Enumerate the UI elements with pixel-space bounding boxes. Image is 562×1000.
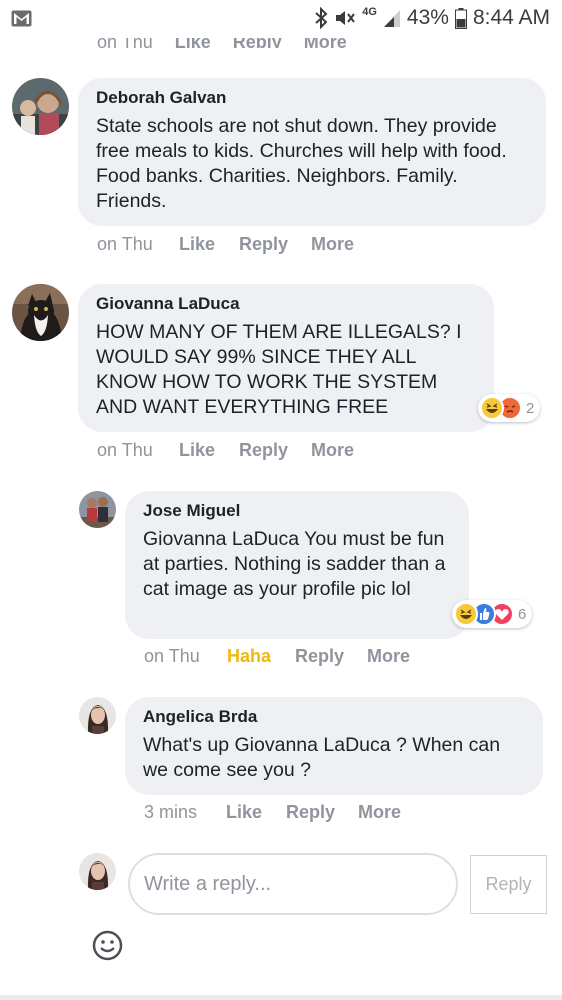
reply-submit-button[interactable]: Reply: [470, 855, 547, 914]
reply-actions: 3 mins Like Reply More: [144, 802, 401, 823]
reply-link[interactable]: Reply: [239, 440, 311, 461]
reply-input[interactable]: Write a reply...: [128, 853, 458, 915]
reply-actions: on Thu Haha Reply More: [144, 646, 410, 667]
comment-time: on Thu: [97, 440, 153, 460]
haha-icon: [454, 602, 478, 626]
more-link[interactable]: More: [358, 802, 401, 823]
like-link[interactable]: Like: [179, 440, 239, 461]
comment-bubble: Giovanna LaDuca HOW MANY OF THEM ARE ILL…: [78, 284, 494, 432]
comment-text: What's up Giovanna LaDuca ? When can we …: [143, 734, 501, 781]
battery-percent: 43%: [406, 6, 449, 29]
comment-time: on Thu: [97, 234, 153, 254]
reply-link[interactable]: Reply: [295, 646, 367, 667]
bluetooth-icon: [314, 7, 328, 29]
reply-input-placeholder: Write a reply...: [144, 872, 272, 895]
avatar-jose-miguel[interactable]: [79, 491, 116, 528]
signal-icon: [383, 8, 401, 28]
avatar-angelica-brda[interactable]: [79, 697, 116, 734]
avatar-deborah-galvan[interactable]: [12, 78, 69, 135]
comment-text: State schools are not shut down. They pr…: [96, 115, 507, 212]
like-link[interactable]: Like: [179, 234, 239, 255]
haha-icon: [480, 396, 504, 420]
network-type: 4G: [362, 6, 377, 18]
comment-actions: on Thu Like Reply More: [97, 234, 354, 255]
clock: 8:44 AM: [472, 6, 550, 29]
reaction-summary[interactable]: 2: [478, 394, 541, 422]
more-link[interactable]: More: [367, 646, 410, 667]
reply-link[interactable]: Reply: [239, 234, 311, 255]
comment-author[interactable]: Deborah Galvan: [96, 88, 528, 108]
haha-reaction-link[interactable]: Haha: [227, 646, 295, 667]
comment-bubble: Deborah Galvan State schools are not shu…: [78, 78, 546, 226]
like-link[interactable]: Like: [226, 802, 286, 823]
battery-icon: [454, 7, 467, 29]
more-link[interactable]: More: [311, 234, 354, 255]
avatar-giovanna-laduca[interactable]: [12, 284, 69, 341]
smiley-icon[interactable]: [92, 930, 123, 966]
network-type-icon: 4G: [362, 6, 377, 18]
comment-text: HOW MANY OF THEM ARE ILLEGALS? I WOULD S…: [96, 321, 462, 418]
reply-bubble: Angelica Brda What's up Giovanna LaDuca …: [125, 697, 543, 795]
status-bar: 4G 43% 8:44 AM: [0, 0, 562, 38]
comment-author[interactable]: Angelica Brda: [143, 707, 525, 727]
composer-avatar: [79, 853, 116, 890]
reply-link[interactable]: Reply: [286, 802, 358, 823]
bottom-divider: [0, 995, 562, 1000]
more-link[interactable]: More: [311, 440, 354, 461]
reaction-count: 2: [526, 399, 535, 417]
reply-bubble: Jose Miguel Giovanna LaDuca You must be …: [125, 491, 469, 639]
comment-time: on Thu: [144, 646, 200, 666]
gmail-icon: [11, 10, 32, 32]
comment-author[interactable]: Giovanna LaDuca: [96, 294, 476, 314]
reaction-summary[interactable]: 6: [452, 600, 533, 628]
comment-time: 3 mins: [144, 802, 198, 822]
comment-text: Giovanna LaDuca You must be fun at parti…: [143, 528, 446, 600]
comment-actions: on Thu Like Reply More: [97, 440, 354, 461]
mute-icon: [334, 8, 356, 28]
reaction-count: 6: [518, 605, 527, 623]
comment-author[interactable]: Jose Miguel: [143, 501, 451, 521]
